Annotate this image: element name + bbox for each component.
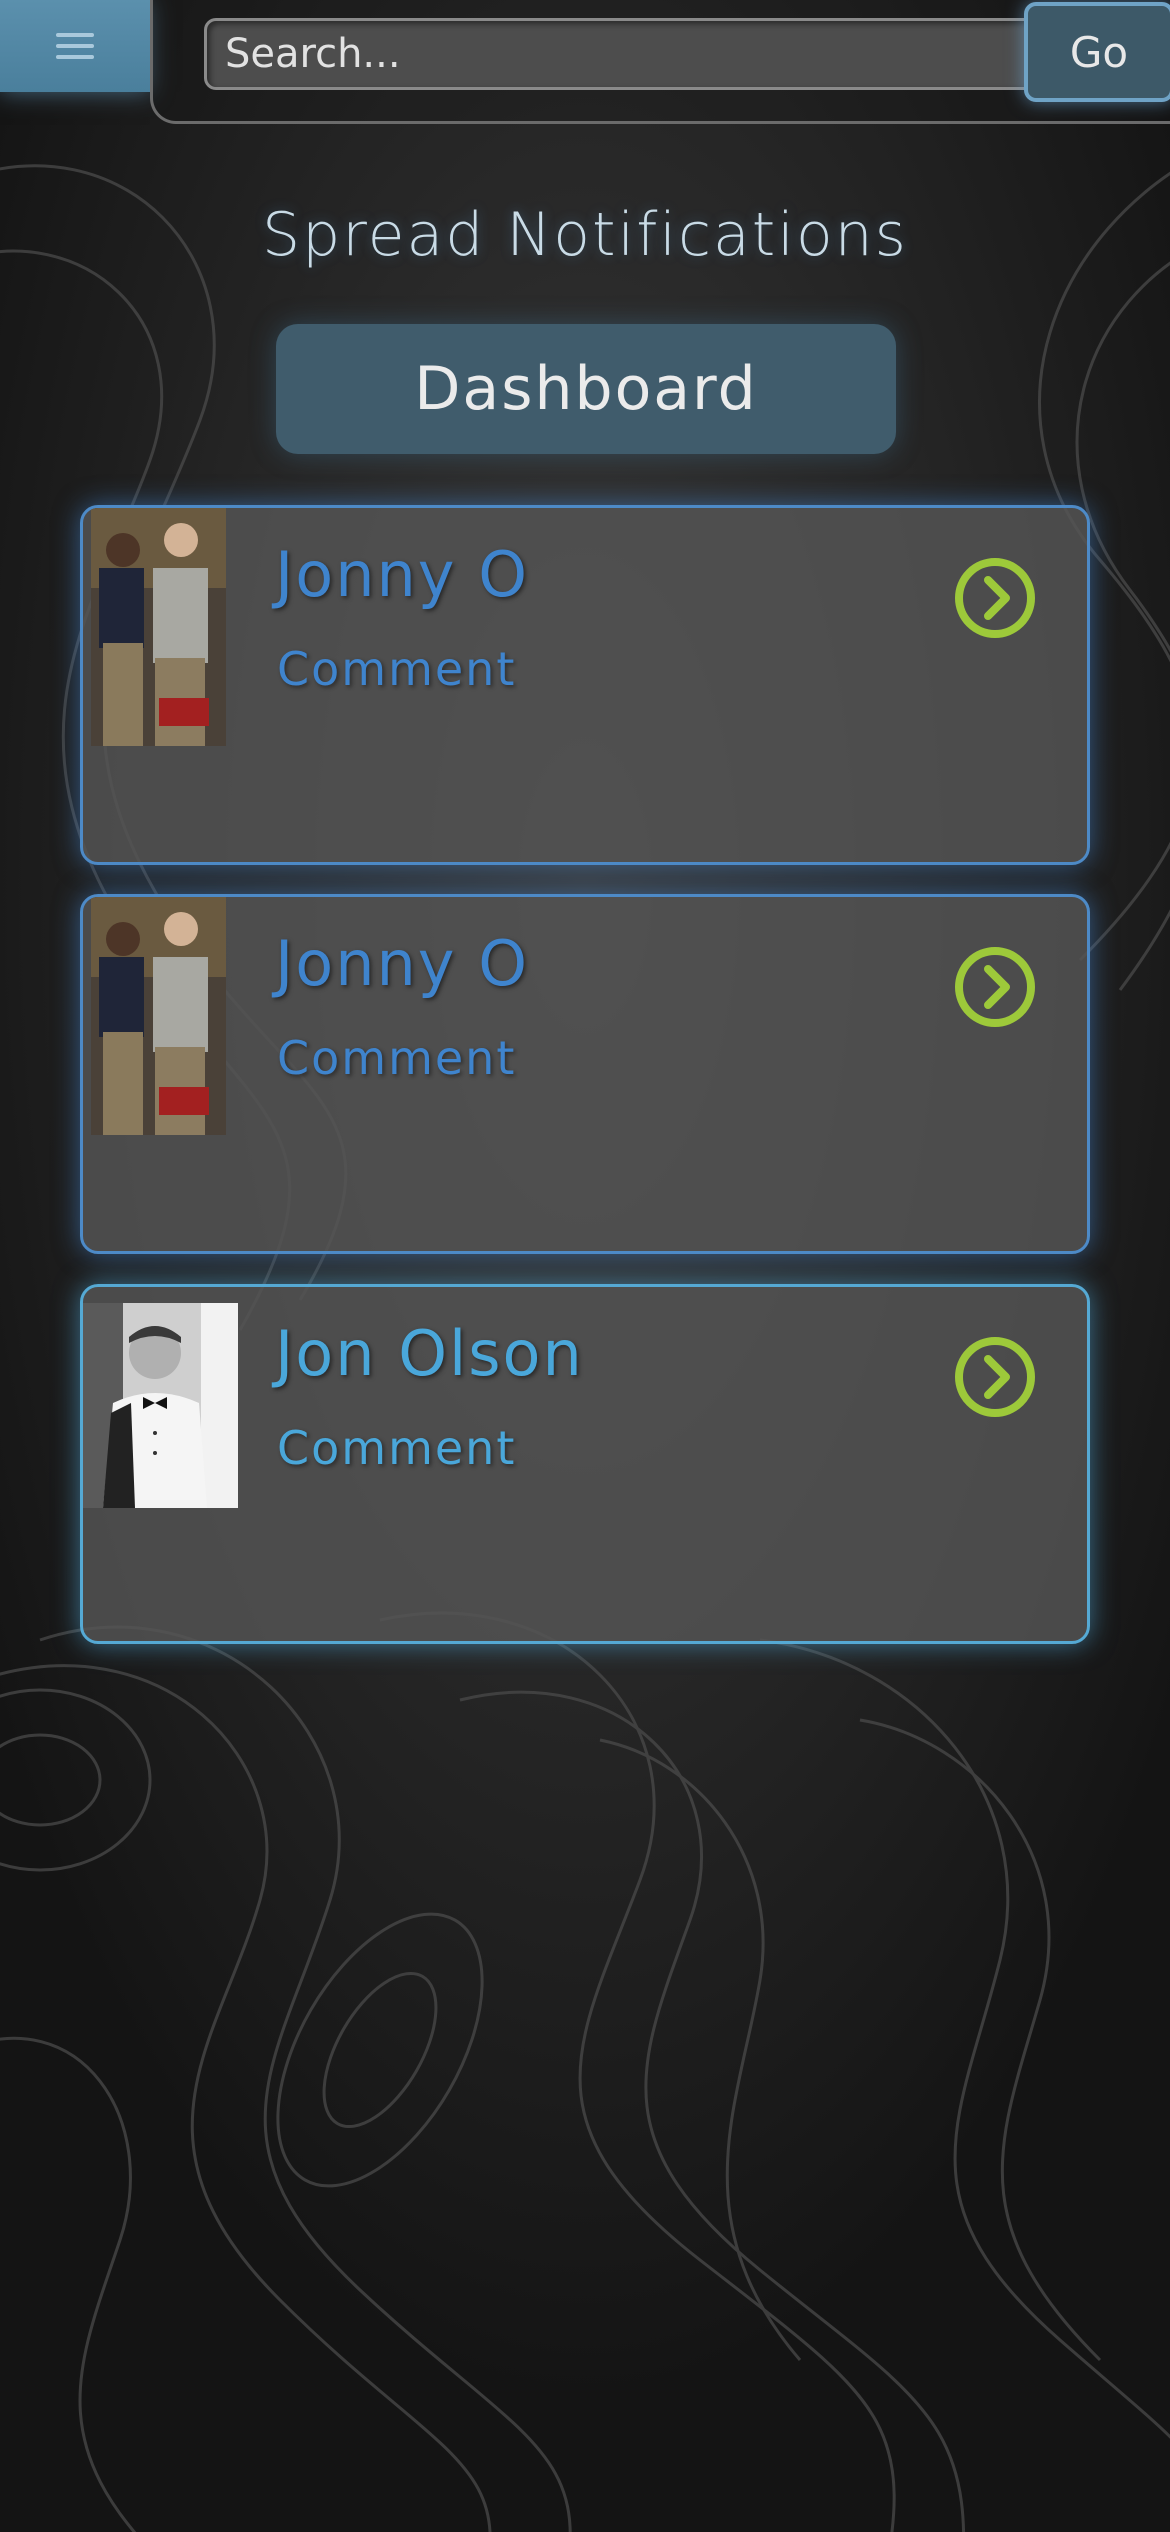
notification-comment[interactable]: Comment [277, 642, 516, 696]
notification-comment[interactable]: Comment [277, 1421, 516, 1475]
chevron-right-circle-icon[interactable] [953, 1335, 1037, 1419]
hamburger-icon [56, 33, 94, 59]
notification-comment[interactable]: Comment [277, 1031, 516, 1085]
notification-card[interactable]: Jon Olson Comment [80, 1284, 1090, 1644]
avatar [91, 508, 226, 746]
go-button[interactable]: Go [1024, 2, 1170, 102]
notification-name: Jonny O [275, 538, 530, 611]
notification-card[interactable]: Jonny O Comment [80, 894, 1090, 1254]
notification-name: Jon Olson [275, 1317, 584, 1390]
page-title: Spread Notifications [262, 200, 908, 270]
notification-name: Jonny O [275, 927, 530, 1000]
avatar [91, 897, 226, 1135]
avatar [83, 1303, 238, 1508]
search-input[interactable] [204, 18, 1030, 90]
dashboard-button[interactable]: Dashboard [276, 324, 896, 454]
notification-card[interactable]: Jonny O Comment [80, 505, 1090, 865]
chevron-right-circle-icon[interactable] [953, 945, 1037, 1029]
chevron-right-circle-icon[interactable] [953, 556, 1037, 640]
menu-button[interactable] [0, 0, 150, 92]
